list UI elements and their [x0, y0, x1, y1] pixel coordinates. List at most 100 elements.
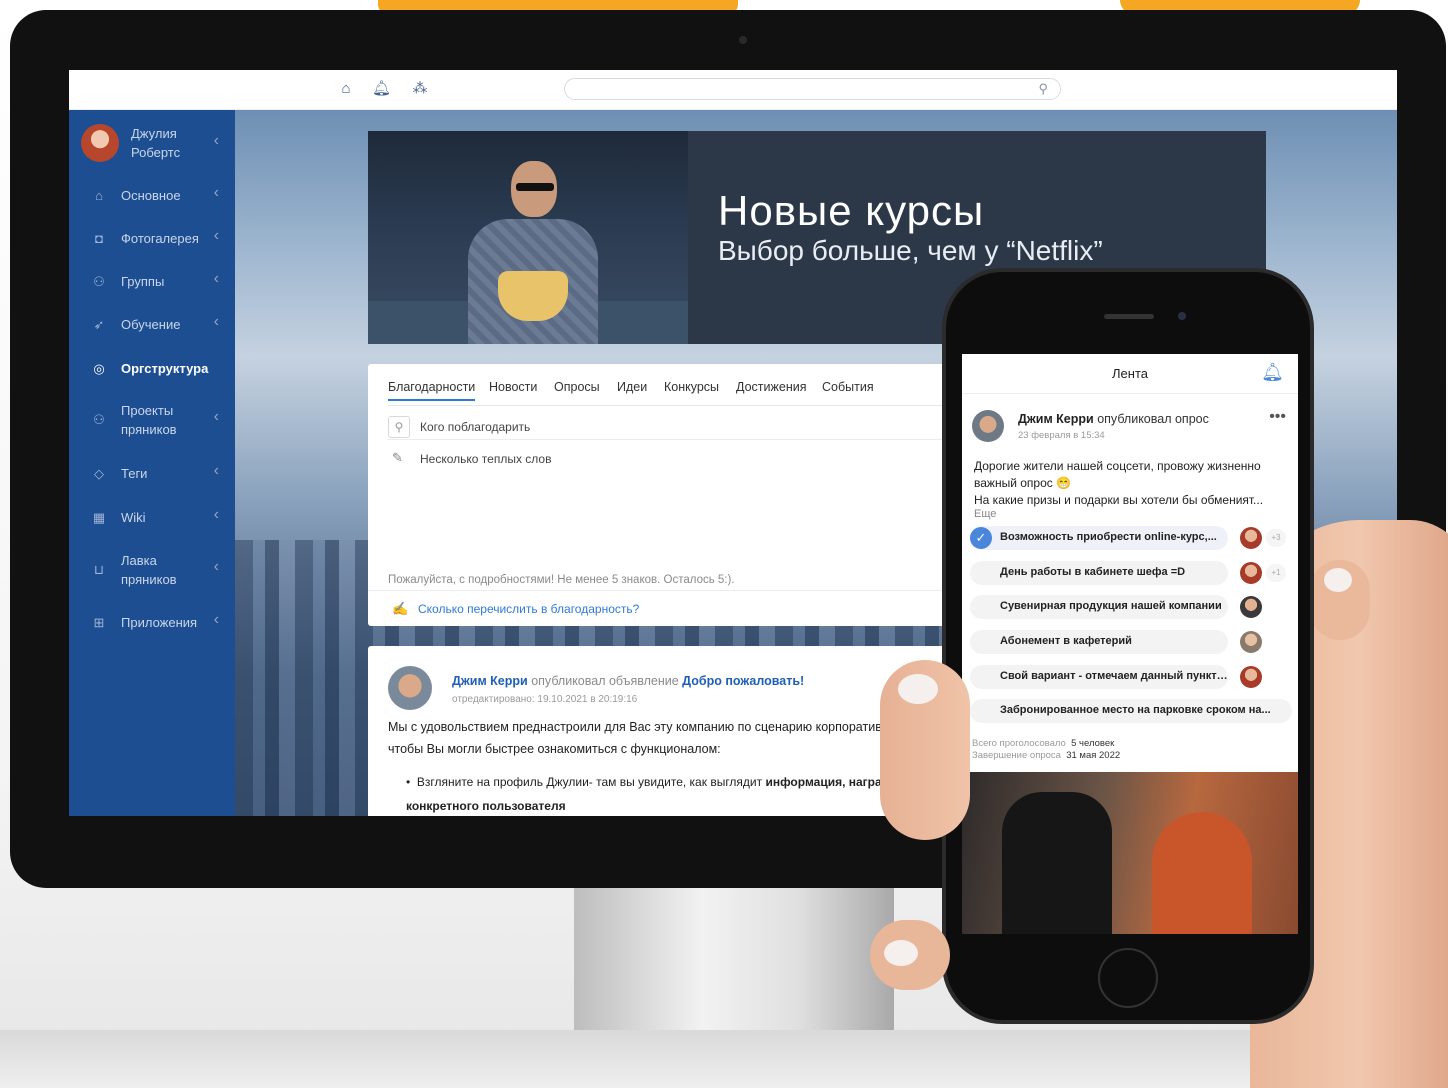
poll-option[interactable]: День работы в кабинете шефа =D +1: [970, 561, 1292, 587]
banner-photo-popcorn: [498, 271, 568, 321]
poll-option[interactable]: ✓ Возможность приобрести online-курс,...…: [970, 526, 1292, 552]
bell-icon[interactable]: 🔔︎: [372, 80, 391, 98]
post-bullet: • Взгляните на профиль Джулии- там вы ув…: [406, 775, 890, 813]
poll-option[interactable]: Свой вариант - отмечаем данный пункт и к…: [970, 665, 1292, 691]
sidebar-item-label: Фотогалерея: [121, 231, 199, 246]
avatar[interactable]: [972, 410, 1004, 442]
poll-option-text: День работы в кабинете шефа =D: [1000, 566, 1186, 578]
home-icon: ⌂: [95, 188, 103, 203]
tab-news[interactable]: Новости: [489, 380, 537, 399]
post-edited: отредактировано: 19.10.2021 в 20:19:16: [452, 694, 638, 705]
user-name: Джулия Робертс: [131, 126, 181, 160]
chevron-left-icon: ‹: [213, 506, 219, 523]
search-input[interactable]: ⚲: [564, 78, 1061, 100]
home-button[interactable]: [1098, 948, 1158, 1008]
chevron-left-icon: ‹: [213, 408, 219, 425]
chevron-left-icon: ‹: [213, 558, 219, 575]
poll-end-value: 31 мая 2022: [1066, 750, 1121, 761]
post-bullet-bold: информация, наград: [765, 775, 890, 789]
avatar[interactable]: [388, 666, 432, 710]
poll-option-text: Абонемент в кафетерий: [1000, 635, 1132, 647]
desk-surface: [0, 1030, 1448, 1088]
post-bullet-text: Взгляните на профиль Джулии- там вы увид…: [416, 775, 766, 789]
show-more-link[interactable]: Еще: [974, 508, 996, 520]
message-input[interactable]: ✎ Несколько теплых слов: [388, 450, 948, 470]
earpiece: [1104, 314, 1154, 319]
chevron-left-icon: ‹: [213, 227, 219, 244]
tab-events[interactable]: События: [822, 380, 874, 399]
sidebar-item-label: Лавка пряников: [121, 553, 177, 587]
post-photo[interactable]: [962, 772, 1298, 934]
tab-achievements[interactable]: Достижения: [736, 380, 806, 399]
bell-icon[interactable]: 🔔︎: [1261, 362, 1284, 383]
sidebar-item-label: Группы: [121, 274, 165, 289]
sidebar-item-learning[interactable]: ➶ Обучение ‹: [69, 313, 235, 353]
voters-count: +1: [1266, 564, 1286, 582]
sidebar-item-wiki[interactable]: ▦ Wiki ‹: [69, 506, 235, 546]
poll-text-line: На какие призы и подарки вы хотели бы об…: [974, 493, 1264, 507]
sidebar: Джулия Робертс ‹ ⌂ Основное ‹ ◘ Фотогале…: [69, 110, 235, 816]
banner-photo-glasses: [516, 183, 554, 191]
photo-figure: [1152, 812, 1252, 934]
sidebar-user[interactable]: Джулия Робертс ‹: [69, 122, 235, 172]
poll-end-label: Завершение опроса: [972, 750, 1061, 761]
poll-option[interactable]: Сувенирная продукция нашей компании: [970, 595, 1292, 621]
sidebar-item-label: Приложения: [121, 615, 198, 630]
user-icon: ⚲: [388, 416, 410, 438]
post-link[interactable]: Добро пожаловать!: [682, 674, 804, 688]
banner-photo: [368, 131, 688, 344]
sidebar-item-gallery[interactable]: ◘ Фотогалерея ‹: [69, 227, 235, 267]
finger: [1310, 560, 1370, 640]
network-icon[interactable]: ⁂: [411, 80, 429, 98]
sidebar-item-label: Проекты пряников: [121, 403, 177, 437]
post-author[interactable]: Джим Керри: [452, 674, 528, 688]
sidebar-item-org[interactable]: ◎ Оргструктура: [69, 357, 235, 397]
poll-option-text: Свой вариант - отмечаем данный пункт и к…: [1000, 670, 1228, 682]
tab-thanks[interactable]: Благодарности: [388, 380, 476, 401]
poll-author-name[interactable]: Джим Керри: [1018, 412, 1094, 426]
chevron-left-icon: ‹: [213, 132, 219, 149]
post-verb: опубликовал объявление: [531, 674, 679, 688]
tab-ideas[interactable]: Идеи: [617, 380, 647, 399]
home-icon[interactable]: ⌂: [337, 80, 355, 98]
top-bar: ⌂ 🔔︎ ⁂ ⚲: [69, 70, 1397, 110]
post-body: Мы с удовольствием преднастроили для Вас…: [388, 720, 927, 756]
phone-title: Лента: [1112, 366, 1148, 381]
sidebar-item-projects[interactable]: ⚇ Проекты пряников ‹: [69, 400, 235, 450]
poll-option-text: Забронированное место на парковке сроком…: [1000, 704, 1271, 716]
poll-date: 23 февраля в 15:34: [1018, 430, 1105, 441]
chevron-left-icon: ‹: [213, 270, 219, 287]
recipient-placeholder: Кого поблагодарить: [420, 420, 531, 434]
tab-polls[interactable]: Опросы: [554, 380, 600, 399]
recipient-input[interactable]: ⚲ Кого поблагодарить: [388, 416, 948, 440]
post-bullet-bold: конкретного пользователя: [406, 799, 566, 813]
sidebar-item-groups[interactable]: ⚇ Группы ‹: [69, 270, 235, 310]
poll-text: Дорогие жители нашей соцсети, провожу жи…: [974, 458, 1292, 509]
sidebar-item-shop[interactable]: ⊔ Лавка пряников ‹: [69, 550, 235, 600]
poll-total-label: Всего проголосовало: [972, 738, 1066, 749]
chevron-left-icon: ‹: [213, 611, 219, 628]
poll-option-text: Сувенирная продукция нашей компании: [1000, 600, 1222, 612]
projects-icon: ⚇: [93, 412, 105, 427]
sidebar-item-tags[interactable]: ◇ Теги ‹: [69, 462, 235, 502]
search-icon[interactable]: ⚲: [1038, 81, 1048, 97]
amount-link[interactable]: ✍ Сколько перечислить в благодарность?: [368, 590, 968, 626]
poll-verb: опубликовал опрос: [1097, 412, 1209, 426]
sidebar-item-main[interactable]: ⌂ Основное ‹: [69, 184, 235, 224]
post-header: Джим Керри опубликовал объявление Добро …: [452, 674, 804, 688]
sidebar-item-label: Wiki: [121, 510, 146, 525]
tab-contests[interactable]: Конкурсы: [664, 380, 719, 399]
chevron-left-icon: ‹: [213, 184, 219, 201]
fingernail: [1324, 568, 1352, 592]
message-hint: Пожалуйста, с подробностями! Не менее 5 …: [388, 574, 735, 586]
thanks-card: Благодарности Новости Опросы Идеи Конкур…: [368, 364, 968, 626]
avatar: [1240, 562, 1262, 584]
avatar: [1240, 666, 1262, 688]
poll-option[interactable]: Забронированное место на парковке сроком…: [970, 699, 1292, 725]
more-icon[interactable]: •••: [1269, 408, 1286, 426]
apps-icon: ⊞: [93, 615, 105, 630]
poll-option[interactable]: Абонемент в кафетерий: [970, 630, 1292, 656]
sidebar-item-label: Обучение: [121, 317, 181, 332]
sidebar-item-apps[interactable]: ⊞ Приложения ‹: [69, 611, 235, 651]
poll-total-value: 5 человек: [1071, 738, 1115, 749]
